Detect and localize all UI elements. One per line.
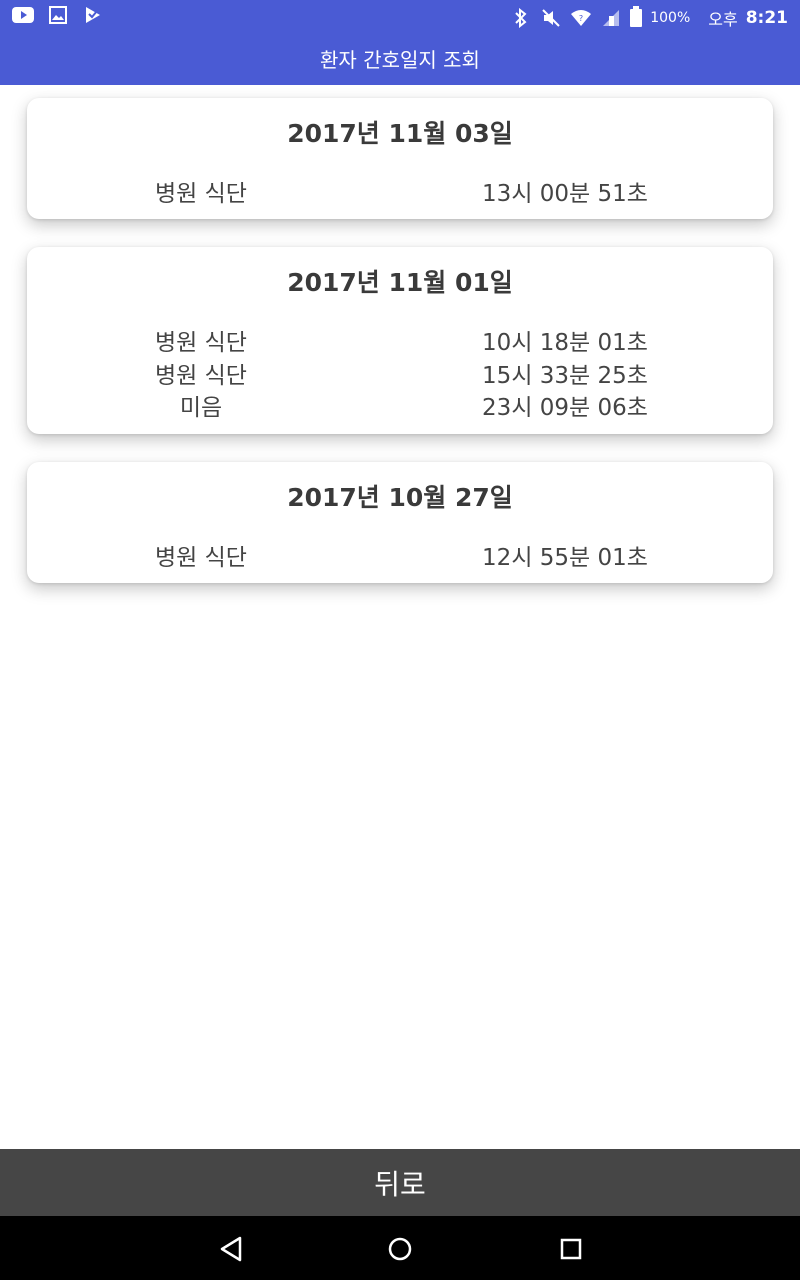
log-card[interactable]: 2017년 11월 01일 병원 식단 10시 18분 01초 병원 식단 15… bbox=[27, 247, 773, 434]
battery-percent: 100% bbox=[650, 10, 691, 26]
log-card[interactable]: 2017년 11월 03일 병원 식단 13시 00분 51초 bbox=[27, 98, 773, 219]
system-nav-bar bbox=[0, 1216, 800, 1280]
gallery-icon bbox=[47, 5, 69, 25]
back-button[interactable]: 뒤로 bbox=[0, 1149, 800, 1216]
nav-back-icon[interactable] bbox=[216, 1234, 246, 1264]
entry-time: 23시 09분 06초 bbox=[482, 395, 648, 421]
signal-icon bbox=[600, 8, 622, 28]
entry-type: 병원 식단 bbox=[155, 545, 247, 571]
nav-recents-icon[interactable] bbox=[556, 1234, 586, 1264]
log-entry: 병원 식단 10시 18분 01초 bbox=[27, 323, 773, 356]
entry-time: 15시 33분 25초 bbox=[482, 362, 648, 389]
nav-home-icon[interactable] bbox=[385, 1234, 415, 1264]
app-icon bbox=[82, 5, 104, 25]
log-entry: 병원 식단 12시 55분 01초 bbox=[27, 538, 773, 571]
app-header: ? 100% 오후 8:21 환자 간호일지 조회 bbox=[0, 0, 800, 85]
bluetooth-icon bbox=[510, 8, 532, 28]
clock-ampm: 오후 bbox=[708, 10, 738, 29]
log-entry: 미음 23시 09분 06초 bbox=[27, 388, 773, 421]
mute-icon bbox=[540, 8, 562, 28]
entry-time: 10시 18분 01초 bbox=[482, 330, 648, 356]
wifi-icon: ? bbox=[570, 8, 592, 28]
entry-time: 13시 00분 51초 bbox=[482, 181, 648, 207]
log-date: 2017년 10월 27일 bbox=[287, 483, 513, 512]
status-bar: ? 100% 오후 8:21 bbox=[0, 0, 800, 32]
battery-icon bbox=[630, 6, 643, 27]
log-entry: 병원 식단 13시 00분 51초 bbox=[27, 174, 773, 207]
entry-time: 12시 55분 01초 bbox=[482, 545, 648, 571]
entry-type: 미음 bbox=[179, 395, 223, 421]
page-title: 환자 간호일지 조회 bbox=[320, 48, 480, 72]
entry-type: 병원 식단 bbox=[155, 330, 247, 356]
log-date: 2017년 11월 01일 bbox=[287, 268, 513, 297]
entry-type: 병원 식단 bbox=[155, 181, 247, 207]
clock-time: 8:21 bbox=[745, 8, 788, 28]
youtube-icon bbox=[12, 5, 34, 25]
svg-text:?: ? bbox=[579, 14, 583, 23]
entry-type: 병원 식단 bbox=[155, 362, 247, 389]
log-date: 2017년 11월 03일 bbox=[287, 119, 513, 148]
log-card[interactable]: 2017년 10월 27일 병원 식단 12시 55분 01초 bbox=[27, 462, 773, 583]
log-entry: 병원 식단 15시 33분 25초 bbox=[27, 356, 773, 389]
